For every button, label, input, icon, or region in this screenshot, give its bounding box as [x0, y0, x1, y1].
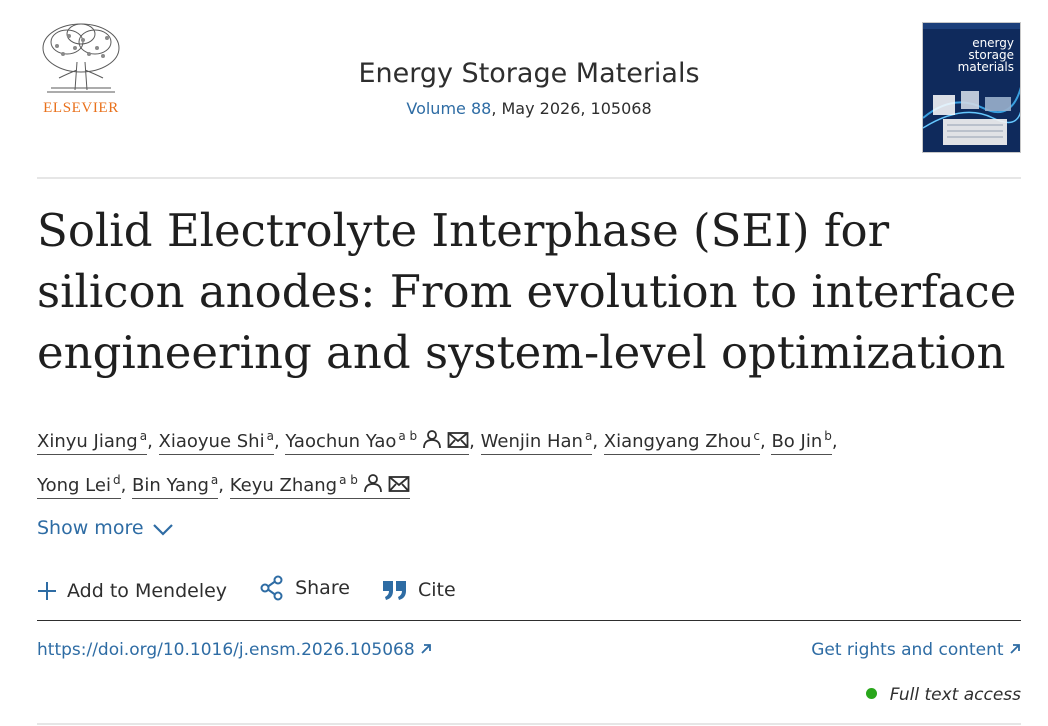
- author-separator: ,: [218, 475, 230, 496]
- rights-text: Get rights and content: [811, 640, 1004, 660]
- status-dot-icon: [865, 688, 877, 699]
- author-link[interactable]: Yong Lei d: [37, 473, 121, 499]
- cover-title: energy storage materials: [957, 36, 1014, 74]
- affiliation-marker: a: [139, 429, 148, 443]
- author-link[interactable]: Keyu Zhang a b: [229, 473, 410, 499]
- author-name: Xinyu Jiang: [37, 431, 138, 452]
- share-label: Share: [295, 577, 350, 599]
- affiliation-marker: a b: [339, 473, 358, 487]
- author-name: Yaochun Yao: [285, 431, 397, 452]
- share-icon: [260, 575, 283, 601]
- journal-info: Energy Storage Materials Volume 88, May …: [37, 58, 1021, 118]
- author-link[interactable]: Bin Yang a: [132, 473, 219, 499]
- add-to-mendeley-button[interactable]: Add to Mendeley: [37, 580, 227, 602]
- author-name: Keyu Zhang: [229, 475, 338, 496]
- doi-link[interactable]: https://doi.org/10.1016/j.ensm.2026.1050…: [37, 640, 432, 660]
- mail-icon: [388, 470, 410, 506]
- author-name: Yong Lei: [37, 475, 111, 496]
- article-actions: Add to Mendeley Share Cite: [37, 575, 482, 606]
- header-divider: [37, 177, 1021, 179]
- affiliation-marker: b: [824, 429, 832, 443]
- article-title: Solid Electrolyte Interphase (SEI) for s…: [37, 204, 1017, 379]
- add-to-mendeley-label: Add to Mendeley: [67, 580, 228, 602]
- author-name: Bo Jin: [771, 431, 823, 452]
- person-icon: [422, 426, 442, 462]
- cite-label: Cite: [417, 579, 456, 601]
- external-link-icon: [421, 644, 431, 654]
- access-status: Full text access: [865, 685, 1021, 705]
- bottom-divider: [37, 723, 1021, 725]
- affiliation-marker: a: [266, 429, 274, 443]
- journal-title-link[interactable]: Energy Storage Materials: [358, 58, 699, 89]
- article-header: ELSEVIER Energy Storage Materials Volume…: [37, 18, 1021, 158]
- author-separator: ,: [120, 475, 133, 496]
- author-name: Xiaoyue Shi: [158, 431, 265, 452]
- actions-divider: [37, 620, 1021, 621]
- show-more-button[interactable]: Show more: [37, 517, 174, 539]
- affiliation-marker: d: [112, 473, 121, 487]
- author-separator: ,: [592, 431, 604, 452]
- issue-details: , May 2026, 105068: [491, 99, 652, 118]
- author-separator: ,: [273, 431, 286, 452]
- author-link[interactable]: Yaochun Yao a b: [285, 429, 470, 455]
- chevron-down-icon: [152, 524, 173, 536]
- access-label: Full text access: [889, 685, 1021, 705]
- plus-icon: [38, 582, 56, 600]
- show-more-label: Show more: [37, 517, 144, 539]
- affiliation-marker: c: [753, 429, 760, 443]
- author-separator: ,: [469, 431, 481, 452]
- author-name: Bin Yang: [132, 475, 209, 496]
- journal-cover[interactable]: energy storage materials: [922, 22, 1021, 153]
- author-separator: ,: [760, 431, 772, 452]
- author-name: Xiangyang Zhou: [603, 431, 752, 452]
- share-button[interactable]: Share: [259, 575, 350, 601]
- author-separator: ,: [147, 431, 159, 452]
- author-link[interactable]: Bo Jin b: [771, 429, 832, 455]
- author-list: Xinyu Jiang a, Xiaoyue Shi a, Yaochun Yao a…: [37, 418, 1021, 506]
- external-link-icon: [1010, 644, 1020, 654]
- volume-link[interactable]: Volume 88: [406, 99, 491, 118]
- mail-icon: [447, 426, 469, 462]
- doi-text: https://doi.org/10.1016/j.ensm.2026.1050…: [37, 640, 415, 660]
- issue-line: Volume 88, May 2026, 105068: [37, 99, 1021, 118]
- author-link[interactable]: Xiangyang Zhou c: [603, 429, 760, 455]
- author-separator: ,: [831, 431, 838, 452]
- author-link[interactable]: Wenjin Han a: [480, 429, 593, 455]
- affiliation-marker: a b: [398, 429, 418, 443]
- author-link[interactable]: Xinyu Jiang a: [37, 429, 148, 455]
- author-name: Wenjin Han: [480, 431, 583, 452]
- quote-icon: [382, 581, 406, 600]
- person-icon: [363, 470, 383, 506]
- cite-button[interactable]: Cite: [382, 579, 456, 601]
- rights-and-content-link[interactable]: Get rights and content: [811, 640, 1021, 660]
- author-link[interactable]: Xiaoyue Shi a: [158, 429, 274, 455]
